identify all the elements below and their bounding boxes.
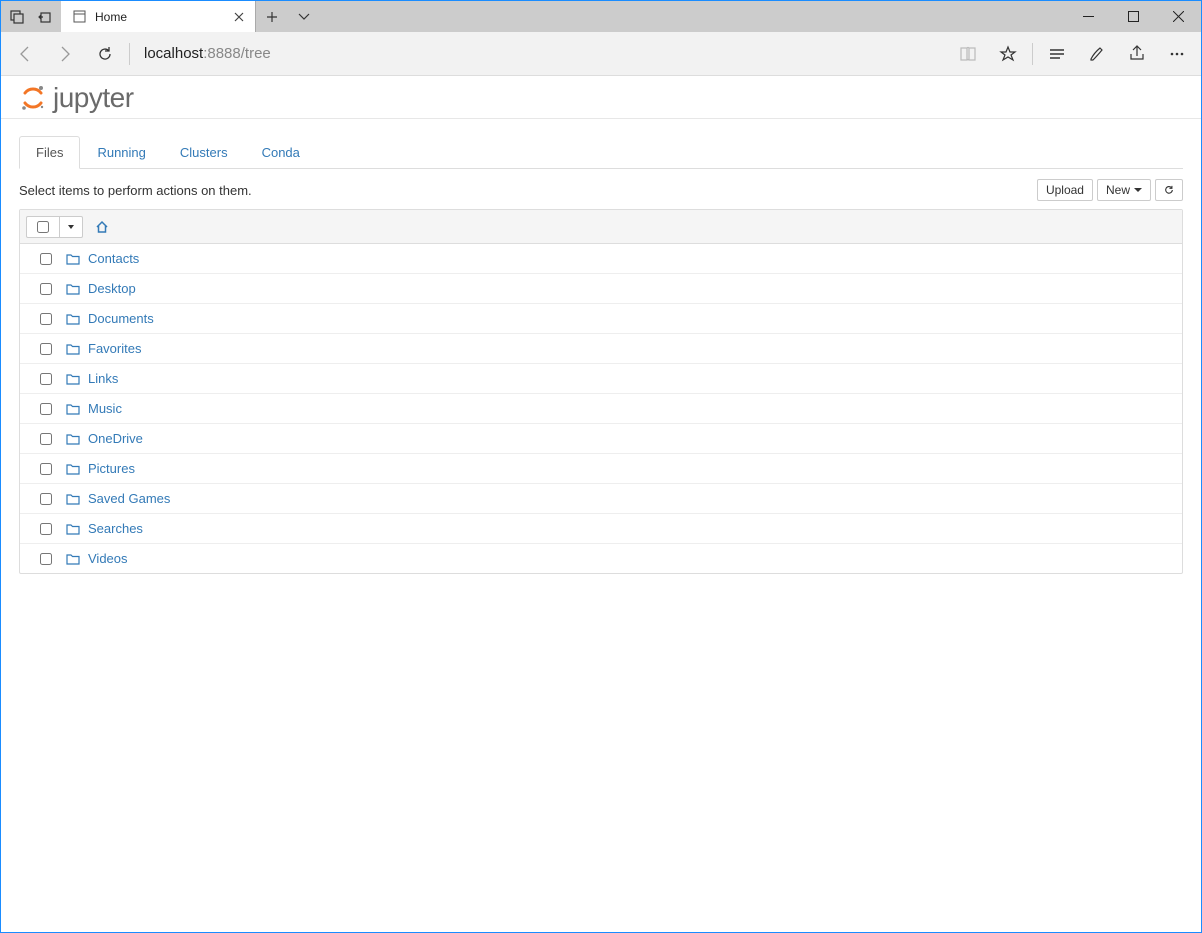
window-controls [1066,1,1201,32]
folder-icon [66,552,82,566]
item-name[interactable]: OneDrive [88,431,143,446]
list-item: Pictures [20,454,1182,484]
list-item: Searches [20,514,1182,544]
tab-conda[interactable]: Conda [245,136,317,169]
address-bar[interactable]: localhost:8888/tree [138,45,948,62]
jupyter-page: jupyter FilesRunningClustersConda Select… [1,76,1201,574]
address-path: :8888/tree [203,45,271,62]
jupyter-logo-text: jupyter [53,82,134,114]
item-name[interactable]: Music [88,401,122,416]
share-icon[interactable] [1117,34,1157,74]
item-name[interactable]: Documents [88,311,154,326]
address-host: localhost [144,45,203,62]
folder-icon [66,282,82,296]
upload-label: Upload [1046,183,1084,197]
new-tab-button[interactable] [256,1,288,32]
forward-button[interactable] [45,34,85,74]
favorite-icon[interactable] [988,34,1028,74]
list-item: Music [20,394,1182,424]
hub-icon[interactable] [1037,34,1077,74]
minimize-button[interactable] [1066,1,1111,32]
item-name[interactable]: Contacts [88,251,139,266]
item-name[interactable]: Searches [88,521,143,536]
refresh-list-button[interactable] [1155,179,1183,201]
browser-titlebar: Home [1,1,1201,32]
more-icon[interactable] [1157,34,1197,74]
file-list: Contacts Desktop Documents Favorites Links Mu… [19,209,1183,574]
upload-button[interactable]: Upload [1037,179,1093,201]
folder-icon [66,402,82,416]
list-item: Links [20,364,1182,394]
folder-icon [66,432,82,446]
caret-down-icon [1134,188,1142,192]
item-checkbox[interactable] [40,553,52,565]
folder-icon [66,312,82,326]
list-item: Desktop [20,274,1182,304]
tab-running[interactable]: Running [80,136,162,169]
item-checkbox[interactable] [40,253,52,265]
folder-icon [66,252,82,266]
item-checkbox[interactable] [40,313,52,325]
select-all-group [26,216,83,238]
caret-down-icon [68,225,74,229]
new-label: New [1106,183,1130,197]
folder-icon [66,462,82,476]
item-name[interactable]: Videos [88,551,128,566]
browser-toolbar: localhost:8888/tree [1,32,1201,76]
item-name[interactable]: Favorites [88,341,141,356]
select-all-checkbox-wrap[interactable] [27,217,60,237]
close-window-button[interactable] [1156,1,1201,32]
item-checkbox[interactable] [40,343,52,355]
list-item: Contacts [20,244,1182,274]
item-checkbox[interactable] [40,373,52,385]
item-checkbox[interactable] [40,523,52,535]
list-item: Saved Games [20,484,1182,514]
folder-icon [66,372,82,386]
item-name[interactable]: Saved Games [88,491,170,506]
item-checkbox[interactable] [40,493,52,505]
item-checkbox[interactable] [40,433,52,445]
browser-tab[interactable]: Home [61,1,256,32]
folder-icon [66,342,82,356]
jupyter-header: jupyter [1,76,1201,119]
item-checkbox[interactable] [40,463,52,475]
select-menu-dropdown[interactable] [60,217,82,237]
new-button[interactable]: New [1097,179,1151,201]
tab-favicon-icon [71,9,87,25]
item-name[interactable]: Desktop [88,281,136,296]
jupyter-logo-icon [19,84,47,112]
notes-icon[interactable] [1077,34,1117,74]
select-all-checkbox[interactable] [37,221,49,233]
list-item: Videos [20,544,1182,573]
item-checkbox[interactable] [40,403,52,415]
reading-view-icon[interactable] [948,34,988,74]
tab-close-icon[interactable] [231,9,247,25]
tabs-overview-icon[interactable] [5,5,29,29]
hint-text: Select items to perform actions on them. [19,183,252,198]
item-checkbox[interactable] [40,283,52,295]
tab-dropdown-icon[interactable] [288,1,320,32]
jupyter-logo[interactable]: jupyter [19,82,134,114]
tab-title: Home [95,10,231,24]
item-name[interactable]: Links [88,371,118,386]
folder-icon [66,522,82,536]
refresh-button[interactable] [85,34,125,74]
tab-files[interactable]: Files [19,136,80,169]
back-button[interactable] [5,34,45,74]
tab-clusters[interactable]: Clusters [163,136,245,169]
set-aside-icon[interactable] [33,5,57,29]
list-item: OneDrive [20,424,1182,454]
folder-icon [66,492,82,506]
notebook-tabs: FilesRunningClustersConda [19,135,1183,169]
item-name[interactable]: Pictures [88,461,135,476]
list-item: Documents [20,304,1182,334]
maximize-button[interactable] [1111,1,1156,32]
toolbar-row: Select items to perform actions on them.… [19,169,1183,209]
list-item: Favorites [20,334,1182,364]
breadcrumb-home-icon[interactable] [95,220,109,234]
list-header [20,210,1182,244]
